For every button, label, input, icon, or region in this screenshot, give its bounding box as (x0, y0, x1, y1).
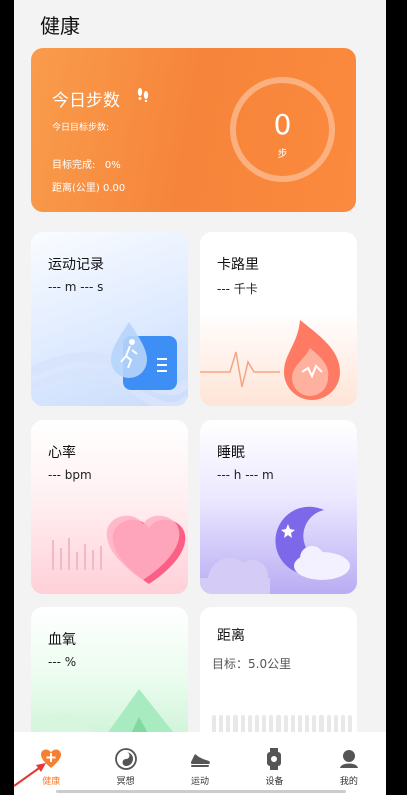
tab-sport[interactable]: 运动 (163, 732, 237, 795)
profile-icon (338, 748, 360, 770)
tab-label: 运动 (191, 777, 210, 787)
steps-goal: 今日目标步数: (52, 123, 110, 133)
tab-label: 我的 (339, 777, 358, 787)
heart-icon (52, 515, 186, 584)
card-title: 距离 (217, 628, 245, 644)
tab-label: 冥想 (116, 777, 135, 787)
distance-goal: 目标：5.0公里 (212, 657, 292, 671)
bottom-tab-bar: 健康 冥想 运动 设备 我的 (14, 732, 386, 795)
card-blood-oxygen[interactable]: 血氧 --- % (31, 607, 188, 742)
card-sleep[interactable]: 睡眠 --- h --- m (200, 420, 357, 594)
health-screen: 健康 今日步数 今日目标步数: 目标完成: 0% 距离(公里) 0.00 0 步… (14, 0, 386, 795)
mountain-icon (31, 689, 181, 742)
card-heart-rate[interactable]: 心率 --- bpm (31, 420, 188, 594)
watch-icon (263, 748, 285, 770)
steps-unit: 步 (277, 149, 288, 160)
shoe-icon (189, 748, 211, 770)
card-distance[interactable]: 距离 目标：5.0公里 (200, 607, 357, 742)
steps-title: 今日步数 (52, 91, 120, 111)
steps-complete: 目标完成: 0% (52, 160, 121, 171)
steps-distance: 距离(公里) 0.00 (52, 183, 126, 194)
card-calories[interactable]: 卡路里 --- 千卡 (200, 232, 357, 406)
home-indicator (56, 790, 346, 793)
running-track-icon (31, 322, 188, 406)
pointer-arrow-icon (13, 763, 46, 787)
tab-device[interactable]: 设备 (237, 732, 311, 795)
tab-profile[interactable]: 我的 (312, 732, 386, 795)
steps-card[interactable]: 今日步数 今日目标步数: 目标完成: 0% 距离(公里) 0.00 0 步 (31, 48, 356, 212)
footprints-icon (135, 86, 151, 106)
meditation-icon (114, 748, 137, 770)
page-title: 健康 (40, 14, 80, 38)
flame-icon (200, 320, 340, 400)
steps-count: 0 (273, 108, 292, 141)
moon-icon (200, 506, 350, 594)
card-sport-record[interactable]: 运动记录 --- m --- s (31, 232, 188, 406)
steps-progress-ring: 0 步 (230, 77, 335, 182)
tab-meditation[interactable]: 冥想 (88, 732, 162, 795)
tab-label: 设备 (265, 777, 284, 787)
